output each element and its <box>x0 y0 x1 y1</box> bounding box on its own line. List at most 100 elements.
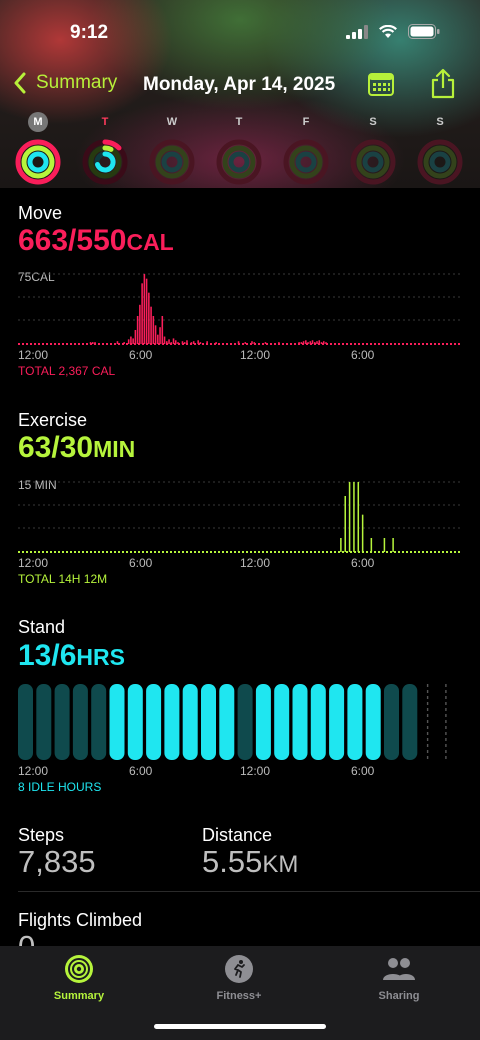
chart-bar <box>127 339 130 344</box>
exercise-total: TOTAL 14H 12M <box>18 572 108 586</box>
stand-hour-bar <box>164 684 180 760</box>
chart-bar <box>145 278 148 344</box>
chart-bar <box>154 325 157 344</box>
chart-bar <box>190 342 193 344</box>
chart-bar <box>172 338 175 344</box>
chart-bar <box>197 340 199 344</box>
navigation-bar: Summary Monday, Apr 14, 2025 <box>0 68 480 104</box>
chart-bar <box>316 341 318 344</box>
day-letter: T <box>101 116 109 128</box>
day-letter: T <box>235 116 243 128</box>
exercise-label: Exercise <box>18 410 88 430</box>
chart-bar <box>298 342 300 344</box>
steps-value: 7,835 <box>18 844 96 879</box>
chart-bar <box>361 514 364 552</box>
chart-bar <box>309 341 312 344</box>
distance-label: Distance <box>202 825 273 845</box>
day-wednesday[interactable]: W <box>147 112 197 186</box>
tab-label: Summary <box>53 990 105 1002</box>
axis-tick: 12:00 <box>240 348 271 362</box>
exercise-scale-label: 15 MIN <box>18 478 57 492</box>
chart-bar <box>278 342 280 344</box>
chart-bar <box>302 341 305 344</box>
wifi-icon <box>379 24 397 38</box>
chart-bar <box>166 341 168 344</box>
day-tuesday[interactable]: T <box>80 112 130 186</box>
day-letter: S <box>369 116 377 128</box>
day-saturday[interactable]: S <box>348 112 398 186</box>
tab-label: Fitness+ <box>216 990 262 1002</box>
day-letter: W <box>166 116 178 128</box>
move-unit: CAL <box>126 229 174 255</box>
chart-bar <box>92 342 94 344</box>
chart-bar <box>159 327 161 344</box>
chart-bar <box>116 341 119 344</box>
day-sunday[interactable]: S <box>415 112 465 186</box>
chart-bar <box>130 336 132 344</box>
tab-summary[interactable]: Summary <box>19 954 139 1002</box>
chart-bar <box>305 340 307 344</box>
calendar-button[interactable] <box>367 70 397 100</box>
stand-hour-bar <box>384 684 399 760</box>
back-button[interactable]: Summary <box>14 72 117 94</box>
chart-bar <box>237 341 240 344</box>
tab-sharing[interactable]: Sharing <box>339 954 459 1002</box>
stand-hour-bar <box>310 684 326 760</box>
stand-hour-bar <box>255 684 271 760</box>
system-icons <box>346 24 440 39</box>
axis-tick: 12:00 <box>240 764 271 778</box>
chevron-left-icon <box>14 72 26 94</box>
axis-tick: 6:00 <box>351 348 375 362</box>
day-letter: M <box>28 112 48 132</box>
chart-bar <box>157 334 159 344</box>
distance-value: 5.55KM <box>202 844 298 880</box>
tab-fitness-plus[interactable]: Fitness+ <box>179 954 299 1002</box>
home-indicator <box>154 1024 326 1029</box>
chart-bar <box>136 316 139 344</box>
page-title: Monday, Apr 14, 2025 <box>143 74 336 95</box>
calendar-icon <box>368 73 394 96</box>
move-chart: 75CAL <box>18 270 462 345</box>
chart-bar <box>186 340 188 344</box>
chart-bar <box>134 330 137 344</box>
chart-bar <box>89 342 92 344</box>
chart-bar <box>307 342 309 344</box>
stand-hour-bar <box>54 684 70 760</box>
stand-hour-bar <box>18 684 33 760</box>
chart-bar <box>322 341 325 344</box>
activity-rings-icon <box>65 955 93 983</box>
share-button[interactable] <box>429 68 459 99</box>
day-thursday[interactable]: T <box>214 112 264 186</box>
stand-hour-bar <box>182 684 198 760</box>
chart-bar <box>170 342 173 344</box>
stand-hour-bar <box>219 684 235 760</box>
chart-bar <box>353 482 355 552</box>
chart-bar <box>199 342 202 344</box>
day-friday[interactable]: F <box>281 112 331 186</box>
stand-hour-bar <box>109 684 125 760</box>
move-scale-label: 75CAL <box>18 270 55 284</box>
day-monday[interactable]: M <box>13 112 63 186</box>
people-icon <box>383 958 415 980</box>
chart-bar <box>141 283 143 344</box>
cellular-signal-icon <box>346 24 368 39</box>
move-total: TOTAL 2,367 CAL <box>18 364 116 378</box>
flights-label: Flights Climbed <box>18 910 143 930</box>
chart-bar <box>183 342 186 344</box>
distance-number: 5.55 <box>202 844 263 879</box>
day-letter: F <box>302 116 310 128</box>
move-value-number: 663/550 <box>18 224 127 257</box>
chart-bar <box>357 482 360 552</box>
axis-tick: 6:00 <box>351 764 375 778</box>
stand-label: Stand <box>18 617 66 637</box>
chart-bar <box>314 342 316 344</box>
exercise-unit: MIN <box>93 436 136 462</box>
move-value: 663/550CAL <box>18 224 174 258</box>
stand-hour-bar <box>146 684 162 760</box>
chart-bar <box>318 340 321 344</box>
chart-bar <box>392 538 394 552</box>
steps-label: Steps <box>18 825 65 845</box>
chart-bar <box>150 306 152 344</box>
exercise-chart: 15 MIN <box>18 478 462 553</box>
exercise-value: 63/30MIN <box>18 431 135 465</box>
